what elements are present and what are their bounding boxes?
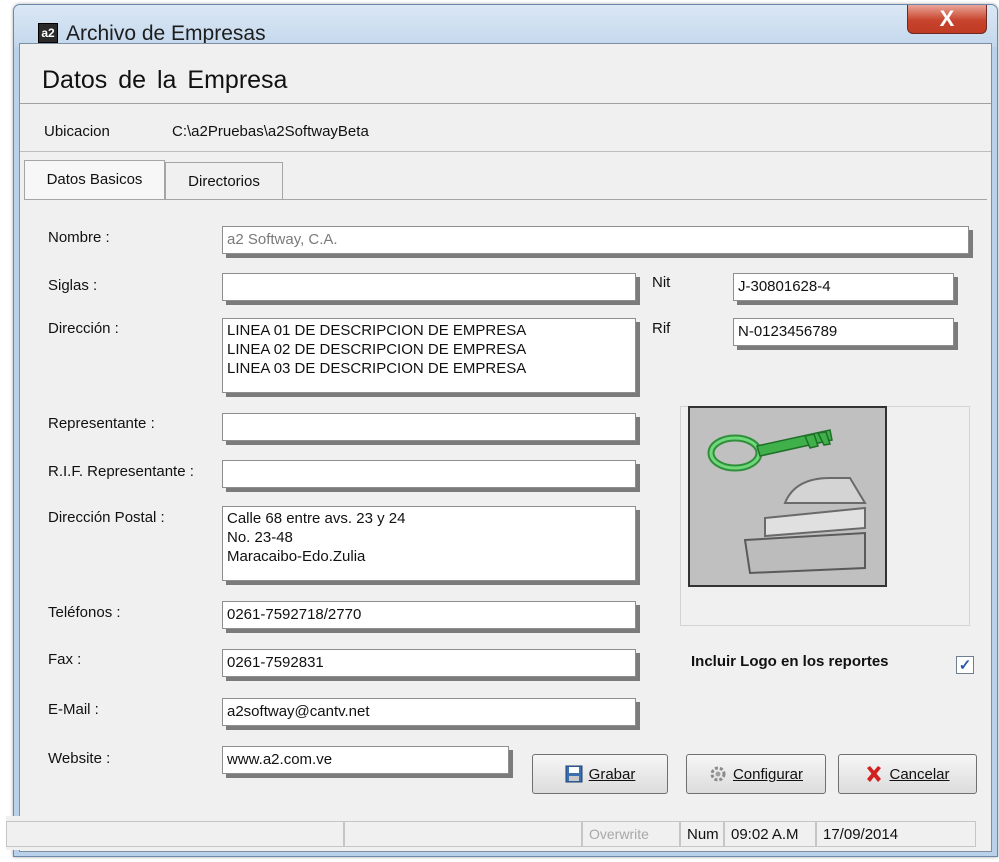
status-pane-1 [6, 821, 344, 847]
direccion-postal-label: Dirección Postal : [48, 509, 165, 526]
representante-label: Representante : [48, 415, 155, 432]
title-bar[interactable]: a2 Archivo de Empresas X [14, 5, 997, 47]
tab-datos-basicos[interactable]: Datos Basicos [24, 160, 165, 200]
direccion-field[interactable]: LINEA 01 DE DESCRIPCION DE EMPRESA LINEA… [222, 318, 636, 393]
grabar-button[interactable]: Grabar [532, 754, 668, 794]
page-title: Datos de la Empresa [42, 66, 288, 94]
rif-representante-label: R.I.F. Representante : [48, 463, 194, 480]
location-value: C:\a2Pruebas\a2SoftwayBeta [172, 123, 369, 140]
siglas-field[interactable] [222, 273, 636, 301]
status-date: 17/09/2014 [816, 821, 976, 847]
configurar-button[interactable]: Configurar [686, 754, 826, 794]
cancelar-button[interactable]: Cancelar [838, 754, 977, 794]
gear-icon [709, 765, 727, 783]
cancelar-label: Cancelar [889, 765, 950, 783]
app-icon: a2 [38, 23, 58, 43]
nit-label: Nit [652, 274, 671, 291]
nombre-field[interactable]: a2 Softway, C.A. [222, 226, 969, 254]
website-field[interactable]: www.a2.com.ve [222, 746, 509, 774]
siglas-label: Siglas : [48, 277, 98, 294]
cancel-x-icon [865, 765, 883, 783]
rif-representante-field[interactable] [222, 460, 636, 488]
representante-field[interactable] [222, 413, 636, 441]
email-field[interactable]: a2softway@cantv.net [222, 698, 636, 726]
status-bar: Overwrite Num 09:02 A.M 17/09/2014 [6, 816, 979, 850]
fax-label: Fax : [48, 651, 82, 668]
key-lock-icon[interactable] [688, 406, 887, 587]
fax-field[interactable]: 0261-7592831 [222, 649, 636, 677]
telefonos-field[interactable]: 0261-7592718/2770 [222, 601, 636, 629]
nit-field[interactable]: J-30801628-4 [733, 273, 954, 301]
direccion-postal-field[interactable]: Calle 68 entre avs. 23 y 24 No. 23-48 Ma… [222, 506, 636, 581]
configurar-label: Configurar [732, 765, 804, 783]
include-logo-label: Incluir Logo en los reportes [691, 653, 889, 670]
include-logo-checkbox[interactable]: ✓ [956, 656, 974, 674]
location-label: Ubicacion [44, 123, 110, 140]
rif-field[interactable]: N-0123456789 [733, 318, 954, 346]
telefonos-label: Teléfonos : [48, 604, 121, 621]
rif-label: Rif [652, 320, 671, 337]
header-section: Datos de la Empresa [20, 44, 991, 104]
status-time: 09:02 A.M [724, 821, 816, 847]
close-button[interactable]: X [907, 5, 987, 34]
status-pane-2 [344, 821, 582, 847]
tab-directorios[interactable]: Directorios [165, 162, 283, 200]
status-overwrite: Overwrite [582, 821, 680, 847]
location-row: Ubicacion C:\a2Pruebas\a2SoftwayBeta [20, 104, 991, 152]
nombre-label: Nombre : [48, 229, 110, 246]
status-num: Num [680, 821, 724, 847]
direccion-label: Dirección : [48, 320, 119, 337]
grabar-label: Grabar [588, 765, 636, 783]
website-label: Website : [48, 750, 111, 767]
email-label: E-Mail : [48, 701, 99, 718]
save-icon [565, 765, 583, 783]
